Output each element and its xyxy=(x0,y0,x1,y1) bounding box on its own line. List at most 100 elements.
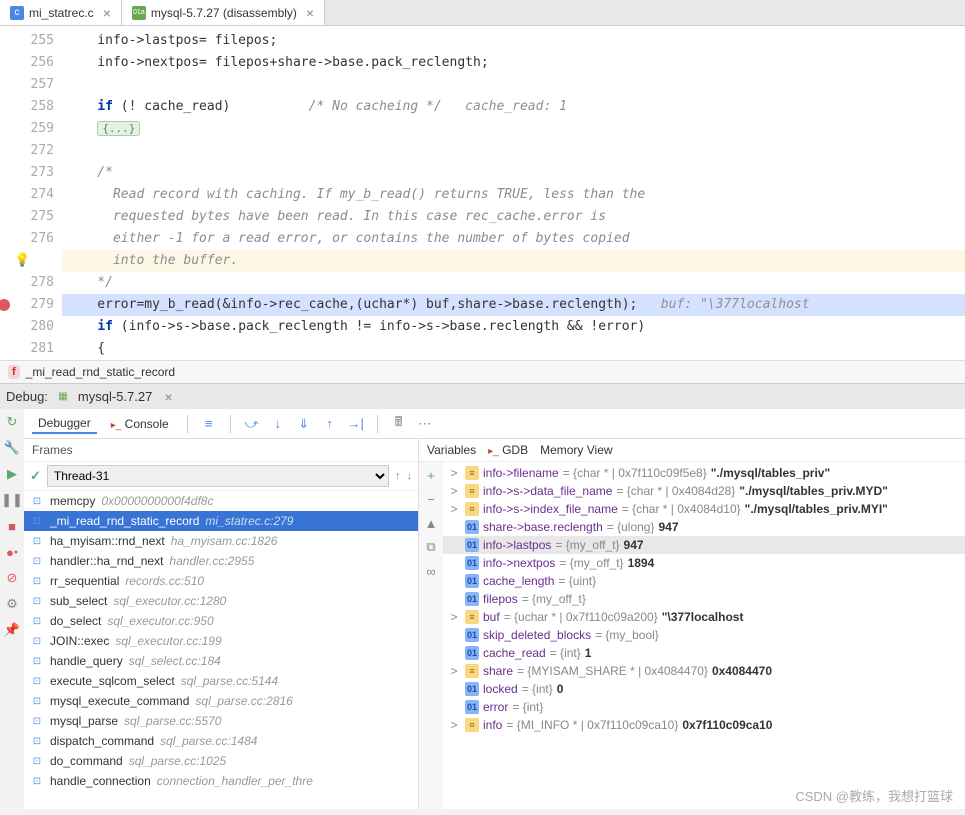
variable-row[interactable]: 01 cache_read = {int} 1 xyxy=(443,644,965,662)
copy-icon[interactable]: ⧉ xyxy=(422,538,440,556)
frame-item[interactable]: ⊡JOIN::exec sql_executor.cc:199 xyxy=(24,631,418,651)
frame-item[interactable]: ⊡execute_sqlcom_select sql_parse.cc:5144 xyxy=(24,671,418,691)
var-type-icon: 01 xyxy=(465,574,479,588)
frame-item[interactable]: ⊡do_command sql_parse.cc:1025 xyxy=(24,751,418,771)
thread-dropdown[interactable]: Thread-31 xyxy=(47,465,389,487)
more-icon[interactable]: ⋯ xyxy=(416,415,434,433)
var-type-icon: 01 xyxy=(465,592,479,606)
debug-panel: ↻ 🔧 ▶ ❚❚ ■ ●● ⊘ ⚙ 📌 Debugger ▸_ Console … xyxy=(0,409,965,809)
code-editor[interactable]: 255256257258259272273274275276💡278279280… xyxy=(0,26,965,360)
threads-icon[interactable]: ≡ xyxy=(200,415,218,433)
variable-row[interactable]: 01 filepos = {my_off_t} xyxy=(443,590,965,608)
pin-icon[interactable]: 📌 xyxy=(3,621,21,639)
up-icon[interactable]: ▲ xyxy=(422,514,440,532)
variable-row[interactable]: 01 error = {int} xyxy=(443,698,965,716)
frame-icon: ⊡ xyxy=(30,654,44,668)
force-step-into-icon[interactable]: ⇓ xyxy=(295,415,313,433)
tab-debugger[interactable]: Debugger xyxy=(32,414,97,434)
resume-icon[interactable]: ▶ xyxy=(3,465,21,483)
frame-item[interactable]: ⊡rr_sequential records.cc:510 xyxy=(24,571,418,591)
variable-row[interactable]: >≡ info->s->index_file_name = {char * | … xyxy=(443,500,965,518)
prev-frame-icon[interactable]: ↑ xyxy=(395,470,401,482)
thread-selector[interactable]: ✓ Thread-31 ↑ ↓ xyxy=(24,462,418,491)
frame-item[interactable]: ⊡sub_select sql_executor.cc:1280 xyxy=(24,591,418,611)
var-type-icon: 01 xyxy=(465,646,479,660)
frame-icon: ⊡ xyxy=(30,634,44,648)
frame-item[interactable]: ⊡mysql_parse sql_parse.cc:5570 xyxy=(24,711,418,731)
var-type-icon: 01 xyxy=(465,700,479,714)
tab-gdb[interactable]: ▸_ GDB xyxy=(488,443,528,457)
tab-variables[interactable]: Variables xyxy=(427,443,476,457)
mute-breakpoints-icon[interactable]: ⊘ xyxy=(3,569,21,587)
variable-row[interactable]: 01 cache_length = {uint} xyxy=(443,572,965,590)
frame-item[interactable]: ⊡handle_query sql_select.cc:184 xyxy=(24,651,418,671)
tab-memory[interactable]: Memory View xyxy=(540,443,612,457)
check-icon: ✓ xyxy=(30,468,41,484)
run-config-icon: ▦ xyxy=(56,390,70,404)
frame-item[interactable]: ⊡do_select sql_executor.cc:950 xyxy=(24,611,418,631)
frame-icon: ⊡ xyxy=(30,754,44,768)
var-tabs: Variables ▸_ GDB Memory View xyxy=(419,439,965,462)
line-gutter: 255256257258259272273274275276💡278279280… xyxy=(10,26,62,360)
tab-console[interactable]: ▸_ Console xyxy=(105,415,175,433)
binary-file-icon: 01a xyxy=(132,6,146,20)
close-icon[interactable]: × xyxy=(306,5,314,21)
c-file-icon: c xyxy=(10,6,24,20)
frame-icon: ⊡ xyxy=(30,554,44,568)
variable-row[interactable]: >≡ info->filename = {char * | 0x7f110c09… xyxy=(443,464,965,482)
variable-row[interactable]: 01 share->base.reclength = {ulong} 947 xyxy=(443,518,965,536)
variable-row[interactable]: >≡ share = {MYISAM_SHARE * | 0x4084470} … xyxy=(443,662,965,680)
frame-icon: ⊡ xyxy=(30,694,44,708)
step-into-icon[interactable]: ↓ xyxy=(269,415,287,433)
stop-icon[interactable]: ■ xyxy=(3,517,21,535)
step-over-icon[interactable]: ⤻ xyxy=(243,415,261,433)
close-icon[interactable]: × xyxy=(164,389,172,405)
frame-item[interactable]: ⊡dispatch_command sql_parse.cc:1484 xyxy=(24,731,418,751)
link-icon[interactable]: ∞ xyxy=(422,562,440,580)
variable-row[interactable]: >≡ buf = {uchar * | 0x7f110c09a200} "\37… xyxy=(443,608,965,626)
variable-row[interactable]: >≡ info->s->data_file_name = {char * | 0… xyxy=(443,482,965,500)
pause-icon[interactable]: ❚❚ xyxy=(3,491,21,509)
tab-file-2[interactable]: 01a mysql-5.7.27 (disassembly) × xyxy=(122,0,325,25)
variable-row[interactable]: 01 info->nextpos = {my_off_t} 1894 xyxy=(443,554,965,572)
run-to-cursor-icon[interactable]: →| xyxy=(347,415,365,433)
debug-session[interactable]: mysql-5.7.27 xyxy=(78,389,152,404)
frame-icon: ⊡ xyxy=(30,594,44,608)
variable-row[interactable]: >≡ info = {MI_INFO * | 0x7f110c09ca10} 0… xyxy=(443,716,965,734)
debug-side-toolbar: ↻ 🔧 ▶ ❚❚ ■ ●● ⊘ ⚙ 📌 xyxy=(0,409,24,809)
frame-icon: ⊡ xyxy=(30,514,44,528)
variable-row[interactable]: 01 skip_deleted_blocks = {my_bool} xyxy=(443,626,965,644)
close-icon[interactable]: × xyxy=(103,5,111,21)
var-type-icon: ≡ xyxy=(465,718,479,732)
var-type-icon: 01 xyxy=(465,682,479,696)
code-area[interactable]: info->lastpos= filepos; info->nextpos= f… xyxy=(62,26,965,360)
frame-list[interactable]: ⊡memcpy 0x0000000000f4df8c⊡_mi_read_rnd_… xyxy=(24,491,418,809)
frame-item[interactable]: ⊡memcpy 0x0000000000f4df8c xyxy=(24,491,418,511)
variable-list[interactable]: >≡ info->filename = {char * | 0x7f110c09… xyxy=(443,462,965,809)
frame-item[interactable]: ⊡_mi_read_rnd_static_record mi_statrec.c… xyxy=(24,511,418,531)
variables-panel: Variables ▸_ GDB Memory View + − ▲ ⧉ ∞ >… xyxy=(419,439,965,809)
var-side-toolbar: + − ▲ ⧉ ∞ xyxy=(419,462,443,809)
variable-row[interactable]: 01 locked = {int} 0 xyxy=(443,680,965,698)
var-type-icon: 01 xyxy=(465,628,479,642)
frames-panel: Frames ✓ Thread-31 ↑ ↓ ⊡memcpy 0x0000000… xyxy=(24,439,419,809)
variable-row[interactable]: 01 info->lastpos = {my_off_t} 947 xyxy=(443,536,965,554)
frame-item[interactable]: ⊡handler::ha_rnd_next handler.cc:2955 xyxy=(24,551,418,571)
rerun-icon[interactable]: ↻ xyxy=(3,413,21,431)
add-watch-icon[interactable]: + xyxy=(422,466,440,484)
gear-icon[interactable]: ⚙ xyxy=(3,595,21,613)
evaluate-icon[interactable]: 🖩 xyxy=(390,415,408,433)
var-type-icon: ≡ xyxy=(465,502,479,516)
next-frame-icon[interactable]: ↓ xyxy=(407,470,413,482)
frame-icon: ⊡ xyxy=(30,734,44,748)
view-breakpoints-icon[interactable]: ●● xyxy=(3,543,21,561)
step-out-icon[interactable]: ↑ xyxy=(321,415,339,433)
remove-watch-icon[interactable]: − xyxy=(422,490,440,508)
watermark: CSDN @教练，我想打篮球 xyxy=(795,786,953,805)
settings-icon[interactable]: 🔧 xyxy=(3,439,21,457)
tab-file-1[interactable]: c mi_statrec.c × xyxy=(0,0,122,25)
frame-item[interactable]: ⊡ha_myisam::rnd_next ha_myisam.cc:1826 xyxy=(24,531,418,551)
function-icon: f xyxy=(8,365,20,379)
frame-item[interactable]: ⊡mysql_execute_command sql_parse.cc:2816 xyxy=(24,691,418,711)
frame-item[interactable]: ⊡handle_connection connection_handler_pe… xyxy=(24,771,418,791)
